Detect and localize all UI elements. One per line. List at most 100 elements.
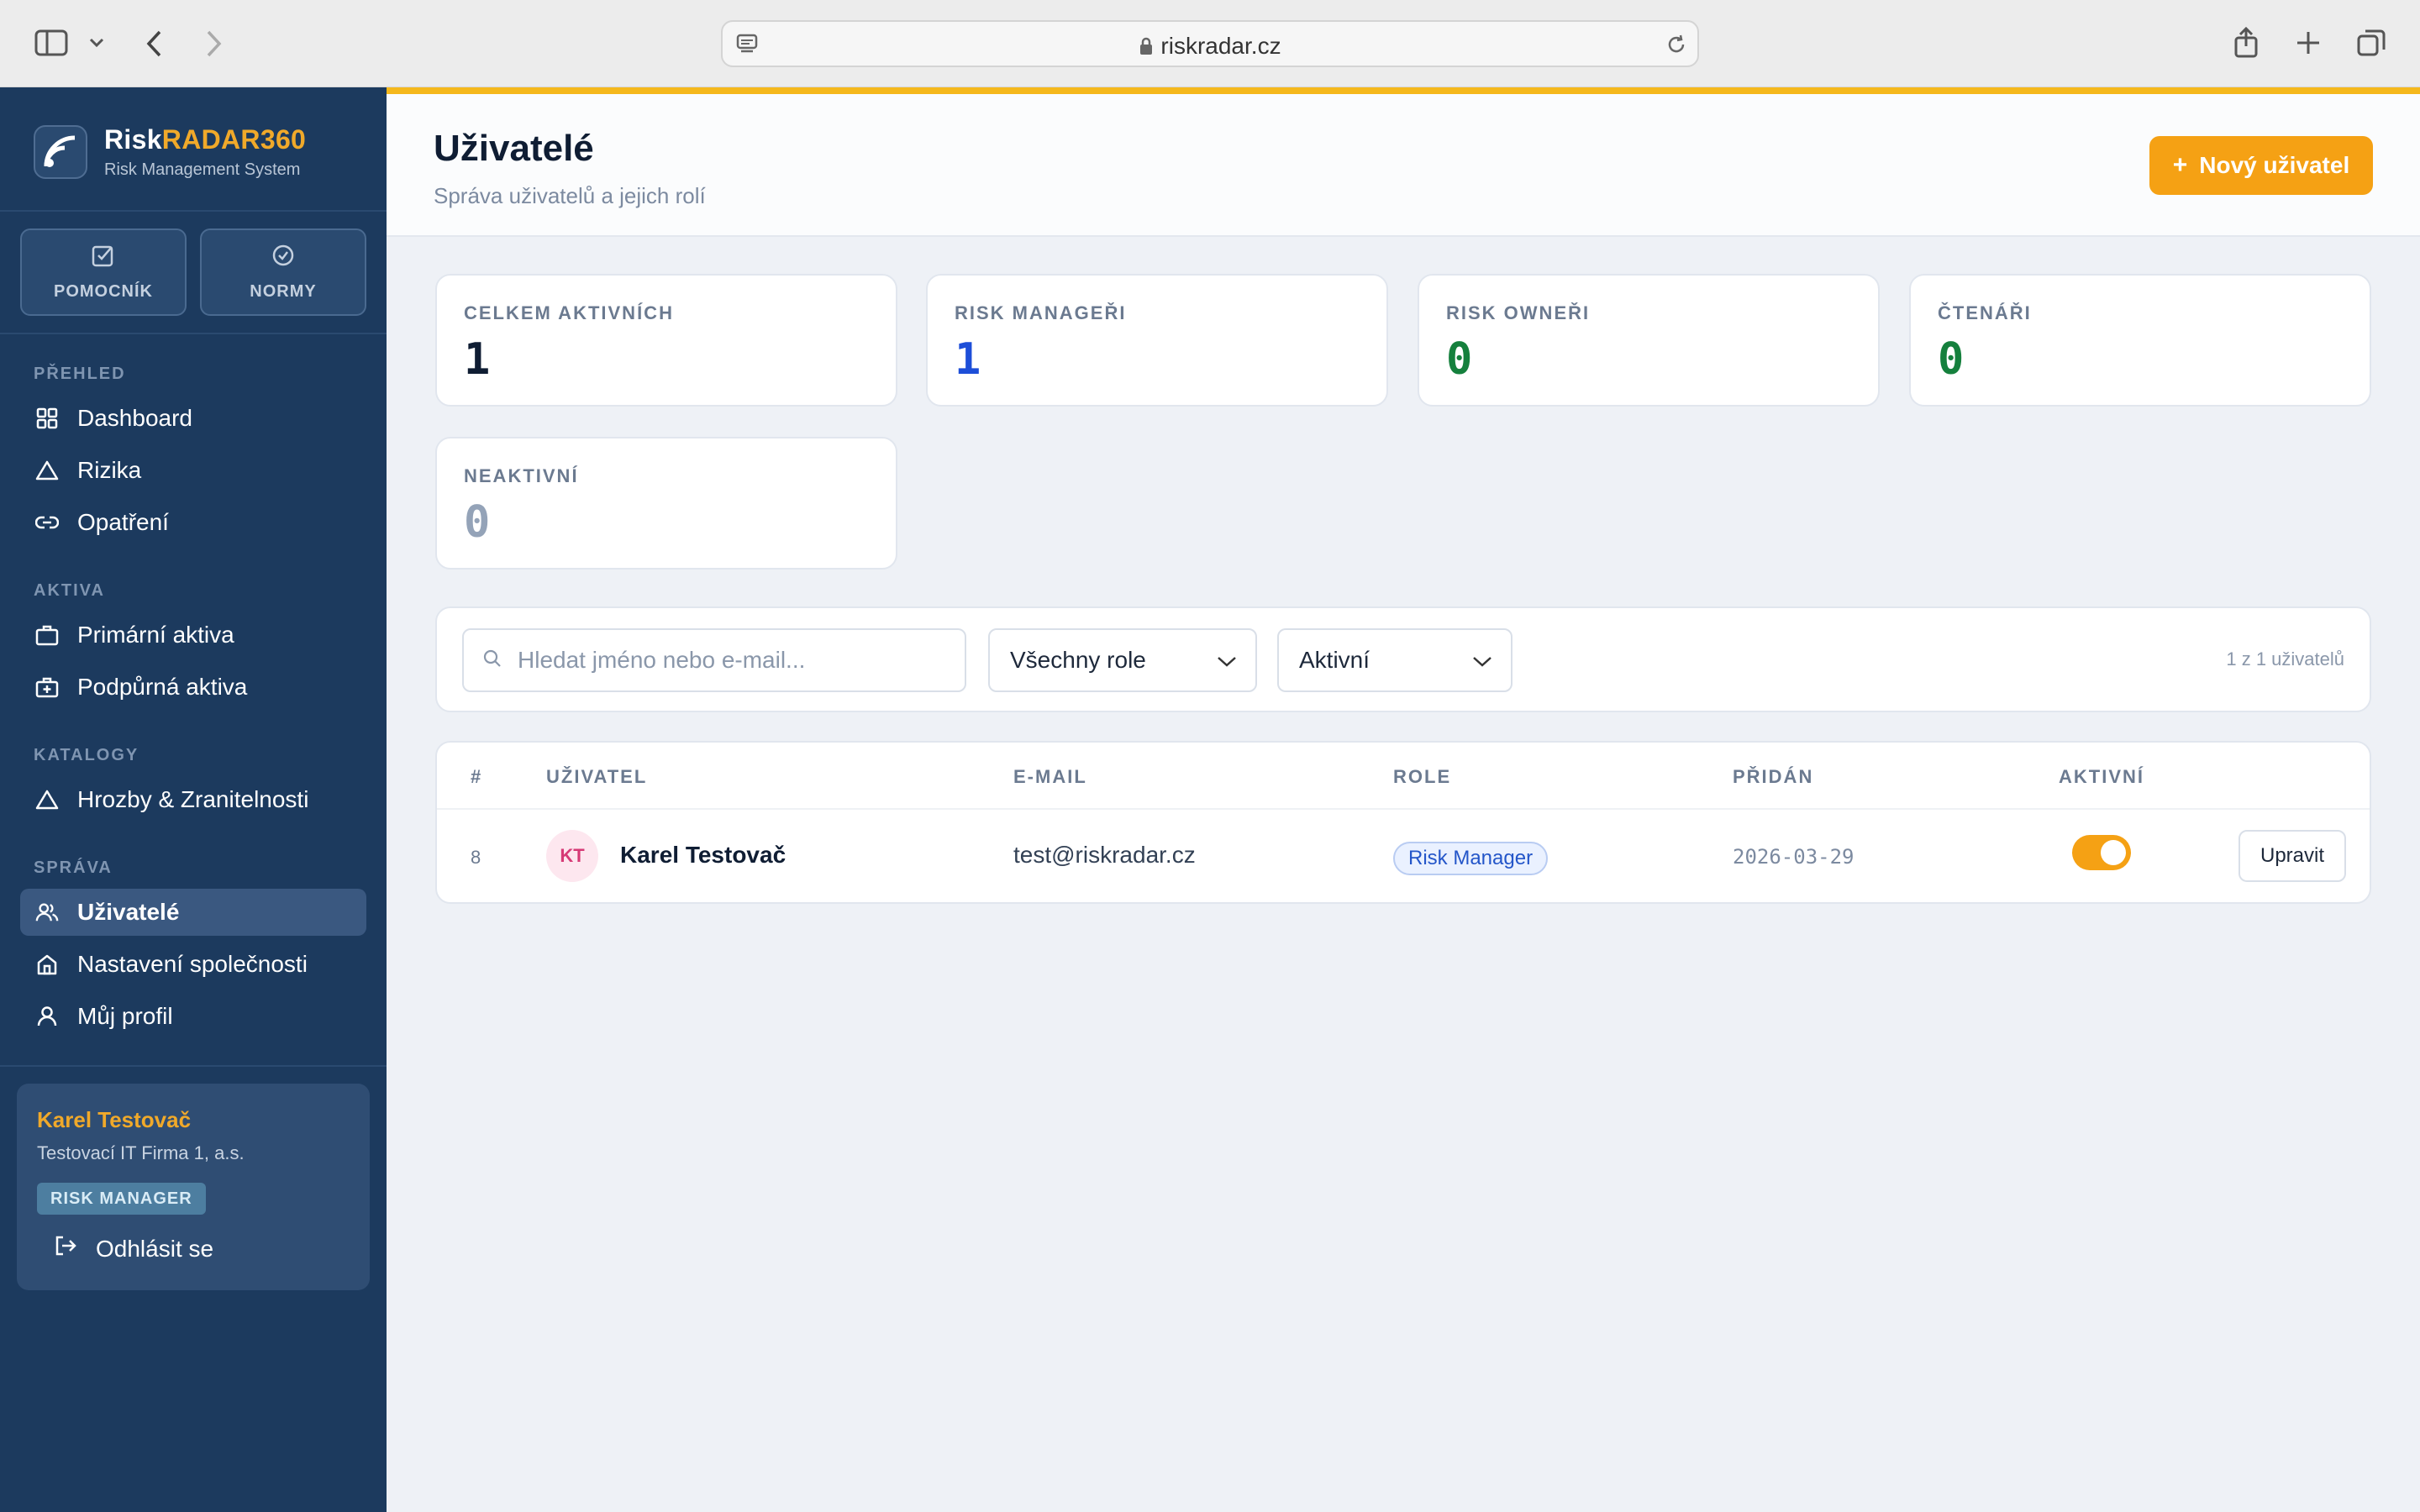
- url-text: riskradar.cz: [723, 33, 1697, 61]
- search-input[interactable]: [518, 647, 955, 674]
- reload-icon[interactable]: [1664, 32, 1689, 57]
- column-header-added: PŘIDÁN: [1733, 766, 1814, 787]
- stat-label: NEAKTIVNÍ: [464, 465, 579, 486]
- current-user-company: Testovací IT Firma 1, a.s.: [37, 1142, 245, 1163]
- column-header-role: ROLE: [1393, 766, 1452, 787]
- sidebar-item-measures[interactable]: Opatření: [20, 499, 366, 546]
- active-toggle[interactable]: [2072, 835, 2131, 870]
- stat-card-total-active: CELKEM AKTIVNÍCH 1: [435, 274, 897, 407]
- link-icon: [35, 511, 59, 534]
- sidebar-item-label: Rizika: [77, 457, 142, 483]
- briefcase-plus-icon: [35, 675, 59, 699]
- sidebar-divider: [0, 210, 387, 212]
- column-header-active: AKTIVNÍ: [2059, 766, 2144, 787]
- table-divider: [437, 808, 2370, 810]
- back-icon[interactable]: [141, 27, 166, 60]
- new-tab-icon[interactable]: [2294, 29, 2323, 57]
- sidebar-item-label: Dashboard: [77, 405, 192, 431]
- sidebar-item-label: Podpůrná aktiva: [77, 674, 248, 700]
- search-box[interactable]: [462, 628, 966, 692]
- current-user-role-badge: RISK MANAGER: [37, 1183, 206, 1215]
- sidebar-item-company-settings[interactable]: Nastavení společnosti: [20, 941, 366, 988]
- stat-value: 0: [464, 497, 491, 548]
- sidebar-item-label: Opatření: [77, 509, 169, 535]
- sidebar-divider: [0, 1065, 387, 1067]
- section-label-overview: PŘEHLED: [34, 365, 126, 383]
- page-header: Uživatelé Správa uživatelů a jejich rolí…: [387, 94, 2420, 237]
- stat-label: CELKEM AKTIVNÍCH: [464, 302, 674, 323]
- section-label-assets: AKTIVA: [34, 581, 105, 600]
- url-bar[interactable]: riskradar.cz: [721, 20, 1699, 67]
- edit-check-icon: [91, 243, 116, 272]
- sidebar-item-supporting-assets[interactable]: Podpůrná aktiva: [20, 664, 366, 711]
- user-name[interactable]: Karel Testovač: [620, 842, 786, 869]
- stat-card-risk-managers: RISK MANAGEŘI 1: [926, 274, 1388, 407]
- brand-name: RiskRADAR360: [104, 124, 307, 155]
- logout-icon: [54, 1235, 77, 1263]
- status-filter-value: Aktivní: [1299, 647, 1370, 673]
- row-id: 8: [471, 847, 481, 868]
- sidebar-item-label: Hrozby & Zranitelnosti: [77, 786, 309, 812]
- warning-triangle-icon: [35, 788, 59, 811]
- edit-button[interactable]: Upravit: [2238, 830, 2346, 882]
- added-date: 2026-03-29: [1733, 845, 1854, 869]
- role-badge: Risk Manager: [1393, 842, 1549, 875]
- current-user-name: Karel Testovač: [37, 1107, 192, 1132]
- tabs-overview-icon[interactable]: [2356, 27, 2388, 59]
- users-table: # UŽIVATEL E-MAIL ROLE PŘIDÁN AKTIVNÍ 8 …: [435, 741, 2371, 904]
- column-header-id: #: [471, 766, 483, 787]
- stat-label: RISK OWNEŘI: [1446, 302, 1591, 323]
- search-icon: [482, 648, 502, 673]
- stat-card-inactive: NEAKTIVNÍ 0: [435, 437, 897, 570]
- sidebar-item-dashboard[interactable]: Dashboard: [20, 395, 366, 442]
- sidebar-item-label: Můj profil: [77, 1003, 173, 1029]
- browser-toolbar: riskradar.cz: [0, 0, 2420, 87]
- plus-icon: +: [2172, 151, 2188, 179]
- helper-button[interactable]: POMOCNÍK: [20, 228, 187, 316]
- check-circle-icon: [271, 243, 296, 272]
- brand[interactable]: RiskRADAR360 Risk Management System: [34, 124, 306, 180]
- logout-label: Odhlásit se: [96, 1235, 214, 1262]
- user-icon: [35, 1005, 59, 1028]
- section-label-catalogs: KATALOGY: [34, 746, 139, 764]
- chevron-down-icon[interactable]: [87, 34, 106, 52]
- grid-icon: [35, 407, 59, 430]
- users-icon: [35, 900, 59, 924]
- status-filter-select[interactable]: Aktivní: [1277, 628, 1512, 692]
- sidebar-item-users[interactable]: Uživatelé: [20, 889, 366, 936]
- sidebar: RiskRADAR360 Risk Management System POMO…: [0, 87, 387, 1512]
- page-subtitle: Správa uživatelů a jejich rolí: [434, 183, 706, 208]
- helper-button-label: POMOCNÍK: [54, 282, 153, 301]
- brand-subtitle: Risk Management System: [104, 160, 301, 179]
- stat-value: 0: [1446, 334, 1473, 385]
- stat-value: 0: [1938, 334, 1965, 385]
- norms-button[interactable]: NORMY: [200, 228, 366, 316]
- stat-label: ČTENÁŘI: [1938, 302, 2032, 323]
- filter-bar: Všechny role Aktivní 1 z 1 uživatelů: [435, 606, 2371, 712]
- avatar: KT: [546, 830, 598, 882]
- sidebar-toggle-icon[interactable]: [34, 29, 69, 57]
- logout-button[interactable]: Odhlásit se: [54, 1235, 213, 1263]
- norms-button-label: NORMY: [250, 282, 317, 301]
- stat-label: RISK MANAGEŘI: [955, 302, 1127, 323]
- briefcase-icon: [35, 623, 59, 647]
- chevron-down-icon: [1472, 647, 1492, 674]
- share-icon[interactable]: [2232, 25, 2260, 59]
- sidebar-item-label: Uživatelé: [77, 899, 180, 925]
- column-header-email: E-MAIL: [1013, 766, 1087, 787]
- sidebar-item-primary-assets[interactable]: Primární aktiva: [20, 612, 366, 659]
- warning-triangle-icon: [35, 459, 59, 482]
- column-header-user: UŽIVATEL: [546, 766, 648, 787]
- sidebar-item-my-profile[interactable]: Můj profil: [20, 993, 366, 1040]
- sidebar-item-label: Primární aktiva: [77, 622, 234, 648]
- sidebar-item-label: Nastavení společnosti: [77, 951, 308, 977]
- stat-value: 1: [464, 334, 491, 385]
- role-filter-select[interactable]: Všechny role: [988, 628, 1257, 692]
- new-user-button[interactable]: + Nový uživatel: [2149, 136, 2373, 195]
- user-email: test@riskradar.cz: [1013, 842, 1196, 868]
- section-label-admin: SPRÁVA: [34, 858, 113, 877]
- forward-icon[interactable]: [202, 27, 227, 60]
- sidebar-item-threats[interactable]: Hrozby & Zranitelnosti: [20, 776, 366, 823]
- sidebar-item-risks[interactable]: Rizika: [20, 447, 366, 494]
- url-value: riskradar.cz: [1160, 33, 1281, 59]
